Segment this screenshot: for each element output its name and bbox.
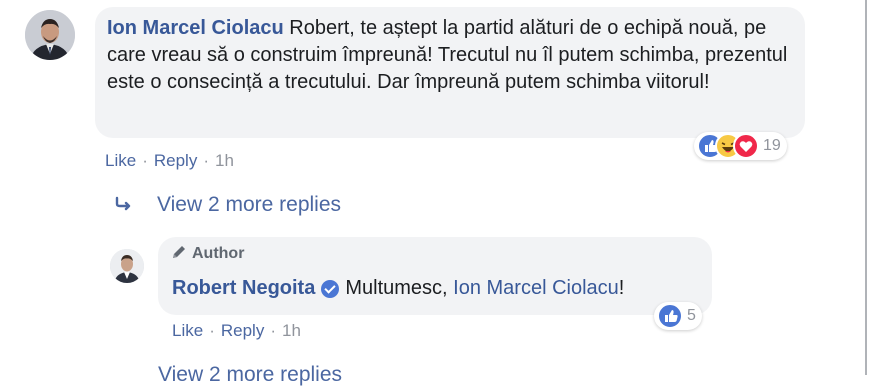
reply-text-suffix: ! <box>618 277 625 299</box>
avatar-image <box>25 10 75 60</box>
separator-dot: · <box>203 151 209 170</box>
reply-timestamp[interactable]: 1h <box>282 321 301 340</box>
comment-actions: Like · Reply · 1h <box>105 151 234 171</box>
mention-link[interactable]: Ion Marcel Ciolacu <box>453 277 619 299</box>
separator-dot: · <box>270 321 276 340</box>
author-badge-label: Author <box>192 245 245 262</box>
pencil-icon <box>170 243 188 266</box>
comment-bubble: Ion Marcel Ciolacu Robert, te aștept la … <box>95 7 805 138</box>
like-button[interactable]: Like <box>105 151 136 170</box>
comment-reaction-count: 19 <box>763 137 781 154</box>
reply-arrow-icon <box>115 193 135 217</box>
reply-author-link[interactable]: Robert Negoita <box>172 277 315 299</box>
reply-body: Robert Negoita Multumesc, Ion Marcel Ciol… <box>172 275 624 302</box>
comment-reactions[interactable]: 19 <box>694 132 787 160</box>
window-border <box>865 0 867 375</box>
verified-badge-icon <box>321 279 340 298</box>
view-more-replies-label[interactable]: View 2 more replies <box>157 193 341 217</box>
author-badge: Author <box>170 243 244 265</box>
avatar-image <box>110 249 144 283</box>
reply-reaction-count: 5 <box>687 307 696 324</box>
comment-body: Ion Marcel Ciolacu Robert, te aștept la … <box>107 15 797 96</box>
separator-dot: · <box>209 321 215 340</box>
avatar-robert-negoita[interactable] <box>110 249 144 283</box>
comment-author-link[interactable]: Ion Marcel Ciolacu <box>107 17 284 39</box>
separator-dot: · <box>142 151 148 170</box>
reply-reactions[interactable]: 5 <box>654 302 702 330</box>
reply-button[interactable]: Reply <box>154 151 197 170</box>
avatar-ion-marcel-ciolacu[interactable] <box>25 10 75 60</box>
love-icon <box>733 133 759 159</box>
like-icon <box>657 303 683 329</box>
view-more-replies[interactable]: View 2 more replies <box>115 193 341 217</box>
view-more-replies-cutoff[interactable]: View 2 more replies <box>158 363 342 387</box>
reply-actions: Like · Reply · 1h <box>172 321 301 341</box>
comment-timestamp[interactable]: 1h <box>215 151 234 170</box>
reply-text-prefix: Multumesc, <box>345 277 454 299</box>
reply-bubble: Author Robert Negoita Multumesc, Ion Marc… <box>158 237 712 315</box>
reply-button[interactable]: Reply <box>221 321 264 340</box>
like-button[interactable]: Like <box>172 321 203 340</box>
